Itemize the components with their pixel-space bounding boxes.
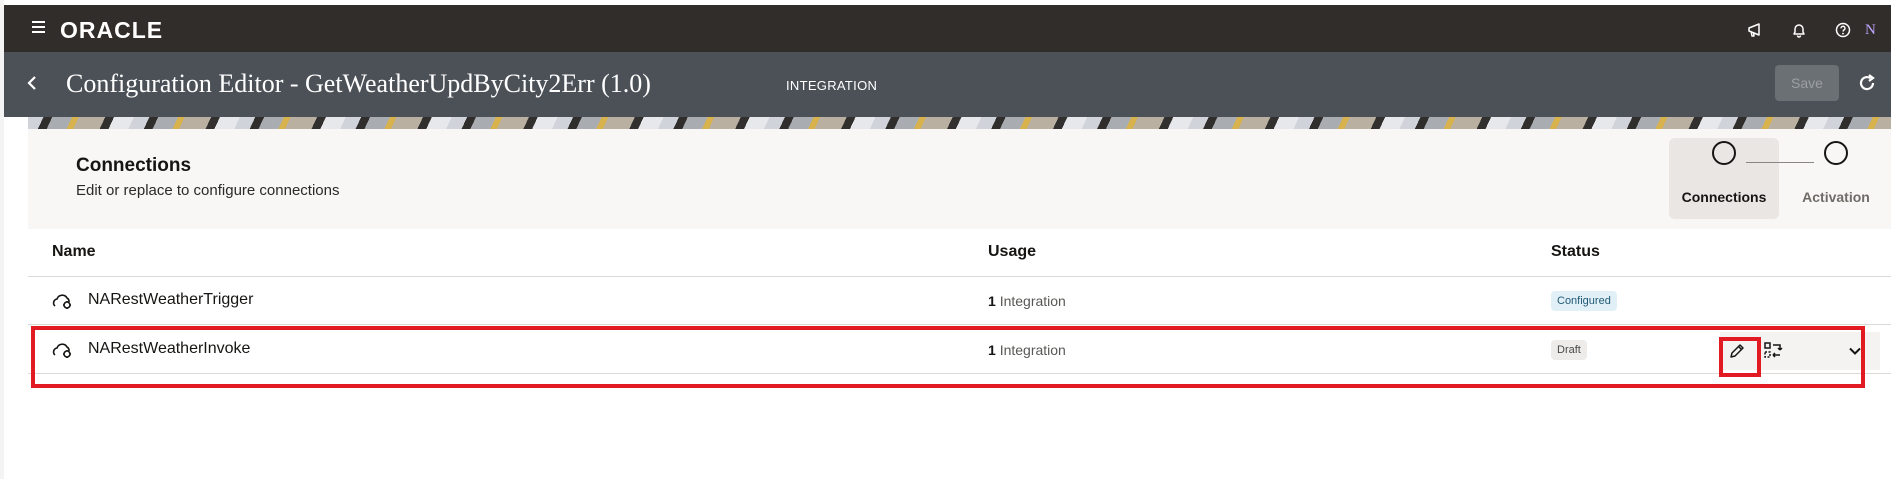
table-header: Name Usage Status bbox=[28, 229, 1891, 277]
oracle-logo: ORACLE bbox=[60, 17, 164, 43]
card-title: Connections bbox=[76, 155, 192, 176]
column-header-usage[interactable]: Usage bbox=[988, 243, 1036, 261]
column-header-status[interactable]: Status bbox=[1551, 243, 1600, 261]
page-header: Configuration Editor - GetWeatherUpdByCi… bbox=[4, 52, 1891, 117]
announcement-icon[interactable] bbox=[1733, 15, 1777, 45]
usage-cell: 1 Integration bbox=[988, 293, 1066, 309]
type-label: INTEGRATION bbox=[786, 78, 878, 93]
top-bar: ORACLE N bbox=[4, 5, 1891, 52]
column-header-name[interactable]: Name bbox=[52, 243, 96, 261]
row-highlight-annotation bbox=[31, 326, 1865, 388]
usage-label[interactable]: Integration bbox=[1000, 293, 1066, 309]
card-subtitle: Edit or replace to configure connections bbox=[76, 182, 340, 199]
refresh-button[interactable] bbox=[1855, 71, 1879, 95]
refresh-icon bbox=[1859, 74, 1875, 91]
step-connections[interactable]: Connections bbox=[1669, 129, 1779, 210]
bell-icon[interactable] bbox=[1777, 15, 1821, 45]
user-avatar[interactable]: N bbox=[1865, 15, 1891, 45]
table-row[interactable]: NARestWeatherTrigger 1 Integration Confi… bbox=[28, 277, 1891, 325]
step-activation[interactable]: Activation bbox=[1780, 129, 1890, 210]
page-title: Configuration Editor - GetWeatherUpdByCi… bbox=[66, 69, 651, 98]
step-label: Connections bbox=[1681, 189, 1767, 205]
cloud-connection-icon bbox=[52, 291, 74, 311]
card-header: Connections Edit or replace to configure… bbox=[28, 129, 1891, 229]
step-circle-icon bbox=[1824, 141, 1848, 165]
step-circle-icon bbox=[1712, 141, 1736, 165]
connection-name[interactable]: NARestWeatherTrigger bbox=[88, 291, 253, 309]
connections-card: Connections Edit or replace to configure… bbox=[28, 129, 1891, 479]
top-icons: N bbox=[1733, 15, 1891, 45]
help-icon[interactable] bbox=[1821, 15, 1865, 45]
chevron-left-icon bbox=[27, 76, 36, 90]
hamburger-menu-icon[interactable] bbox=[32, 19, 50, 37]
save-button[interactable]: Save bbox=[1775, 65, 1839, 101]
decorative-banner bbox=[28, 117, 1891, 129]
back-button[interactable] bbox=[20, 71, 44, 95]
status-badge: Configured bbox=[1551, 291, 1617, 311]
step-label: Activation bbox=[1802, 189, 1870, 205]
usage-count: 1 bbox=[988, 293, 996, 309]
edit-highlight-annotation bbox=[1719, 337, 1761, 377]
page: ORACLE N Configuration Editor - GetWeath… bbox=[0, 0, 1891, 479]
